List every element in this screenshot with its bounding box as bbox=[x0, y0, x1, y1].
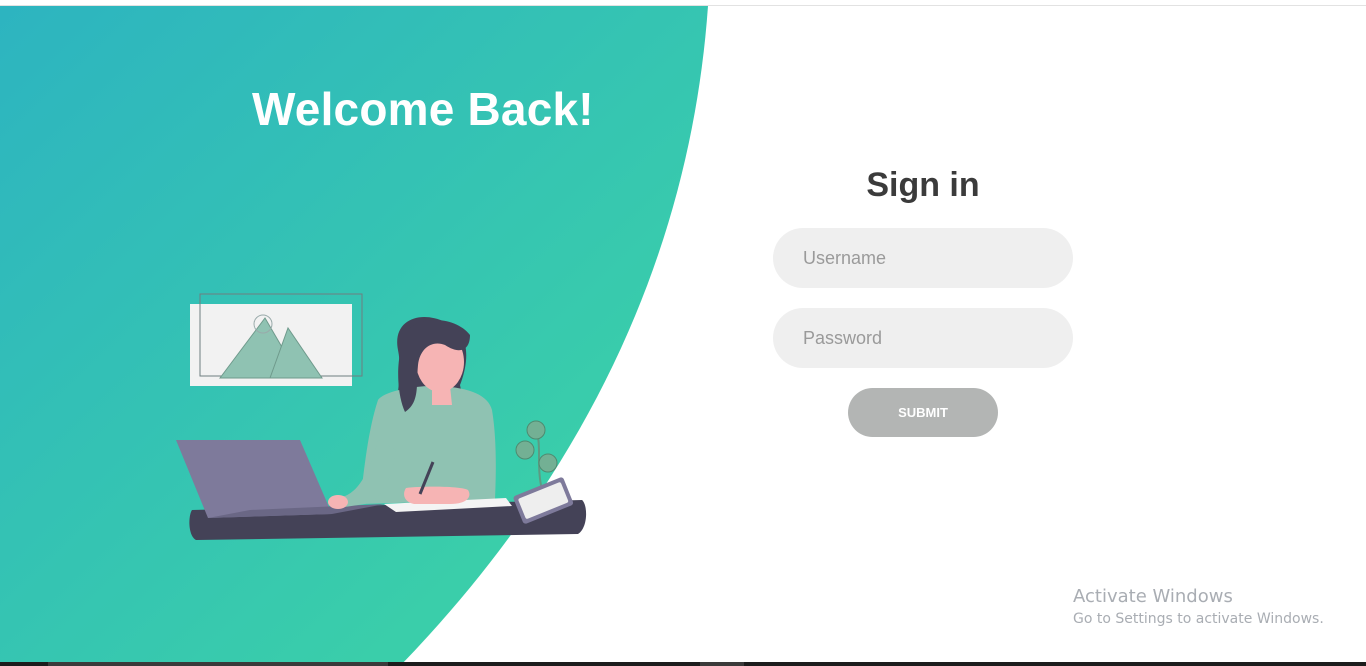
username-input[interactable] bbox=[773, 228, 1073, 288]
taskbar-segment bbox=[48, 662, 388, 666]
submit-button[interactable]: SUBMIT bbox=[848, 388, 998, 437]
activate-windows-watermark: Activate Windows Go to Settings to activ… bbox=[1073, 586, 1324, 630]
wall-picture bbox=[190, 293, 363, 386]
taskbar-segment bbox=[700, 662, 744, 666]
password-input[interactable] bbox=[773, 308, 1073, 368]
taskbar-edge bbox=[0, 662, 1366, 666]
watermark-title: Activate Windows bbox=[1073, 586, 1233, 607]
welcome-heading: Welcome Back! bbox=[252, 83, 594, 135]
plant bbox=[515, 420, 558, 491]
person-working-illustration bbox=[176, 293, 587, 540]
watermark-subtitle: Go to Settings to activate Windows. bbox=[1073, 611, 1324, 627]
signin-title: Sign in bbox=[866, 166, 980, 204]
